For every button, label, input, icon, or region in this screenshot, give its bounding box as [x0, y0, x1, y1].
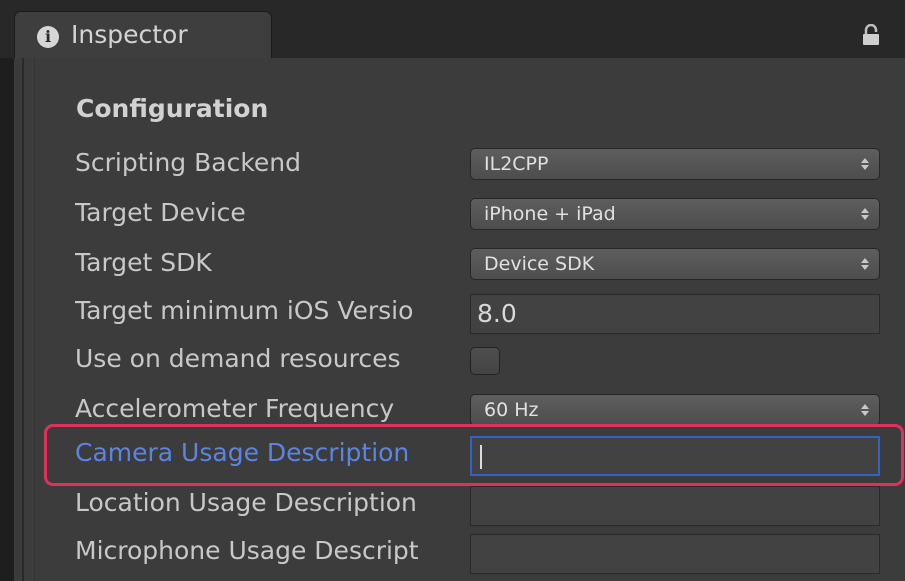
inspector-panel: Configuration Scripting Backend IL2CPP T…	[14, 58, 905, 581]
info-icon: i	[37, 26, 59, 48]
target-sdk-dropdown[interactable]: Device SDK	[470, 248, 880, 280]
scripting-backend-dropdown[interactable]: IL2CPP	[470, 148, 880, 180]
camera-usage-field[interactable]	[470, 436, 880, 476]
row-location-usage: Location Usage Description	[14, 480, 905, 526]
row-target-min-ios: Target minimum iOS Versio 8.0	[14, 288, 905, 334]
row-accelerometer-frequency: Accelerometer Frequency 60 Hz	[14, 386, 905, 432]
row-target-device: Target Device iPhone + iPad	[14, 190, 905, 236]
updown-arrows-icon	[861, 158, 869, 170]
field-label: Location Usage Description	[75, 488, 417, 517]
row-camera-usage: Camera Usage Description	[14, 430, 905, 476]
dropdown-value: Device SDK	[484, 253, 595, 275]
updown-arrows-icon	[861, 404, 869, 416]
tab-bar: i Inspector	[0, 0, 905, 63]
field-label: Camera Usage Description	[75, 438, 410, 467]
lock-icon[interactable]	[862, 24, 880, 46]
location-usage-field[interactable]	[470, 486, 880, 526]
target-min-ios-field[interactable]: 8.0	[470, 294, 880, 334]
accelerometer-frequency-dropdown[interactable]: 60 Hz	[470, 394, 880, 426]
on-demand-resources-checkbox[interactable]	[470, 347, 500, 375]
dropdown-value: 60 Hz	[484, 399, 539, 421]
field-label: Use on demand resources	[75, 344, 401, 373]
inspector-tab[interactable]: i Inspector	[14, 11, 272, 63]
tab-title: Inspector	[71, 20, 188, 49]
field-label: Target Device	[75, 198, 246, 227]
dropdown-value: IL2CPP	[484, 153, 549, 175]
field-label: Target minimum iOS Versio	[75, 296, 414, 325]
section-title: Configuration	[76, 94, 269, 123]
target-device-dropdown[interactable]: iPhone + iPad	[470, 198, 880, 230]
dropdown-value: iPhone + iPad	[484, 203, 616, 225]
field-label: Accelerometer Frequency	[75, 394, 395, 423]
microphone-usage-field[interactable]	[470, 534, 880, 574]
field-label: Microphone Usage Descript	[75, 536, 419, 565]
field-label: Scripting Backend	[75, 148, 302, 177]
row-on-demand-resources: Use on demand resources	[14, 336, 905, 382]
row-target-sdk: Target SDK Device SDK	[14, 240, 905, 286]
updown-arrows-icon	[861, 258, 869, 270]
field-value: 8.0	[477, 299, 517, 328]
row-scripting-backend: Scripting Backend IL2CPP	[14, 140, 905, 186]
row-microphone-usage: Microphone Usage Descript	[14, 528, 905, 574]
updown-arrows-icon	[861, 208, 869, 220]
field-label: Target SDK	[75, 248, 212, 277]
text-caret	[480, 445, 482, 469]
